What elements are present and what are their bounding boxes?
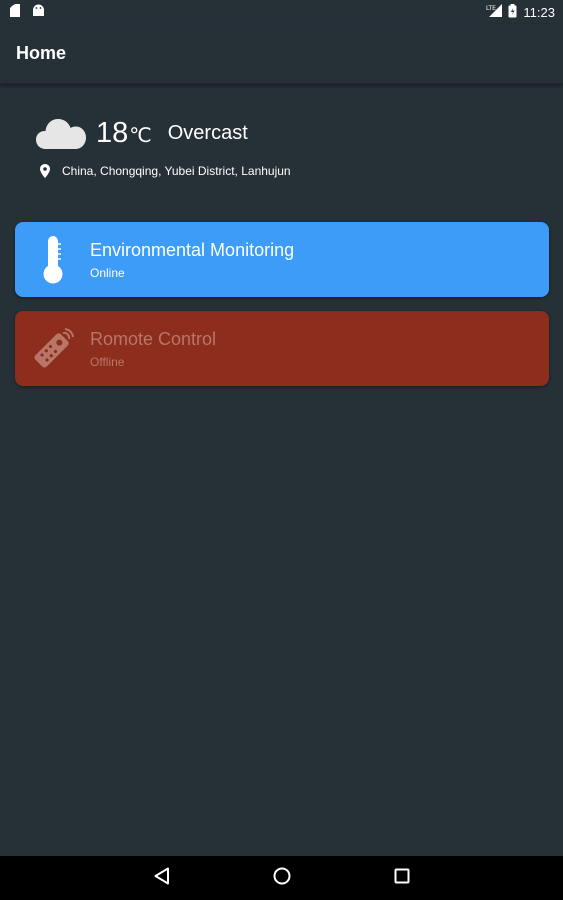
remote-control-icon (15, 311, 90, 386)
temperature-number: 18 (96, 116, 129, 149)
home-icon (273, 867, 291, 890)
remote-control-card[interactable]: Romote Control Offline (15, 311, 549, 386)
location-pin-icon (40, 164, 50, 178)
status-time: 11:23 (523, 4, 555, 20)
environmental-monitoring-status: Online (90, 265, 125, 280)
cloud-icon (36, 115, 86, 151)
status-bar: LTE 11:23 (0, 0, 563, 24)
back-icon (154, 867, 170, 890)
remote-control-text: Romote Control Offline (90, 329, 216, 369)
android-icon (32, 4, 45, 20)
weather-condition: Overcast (167, 121, 248, 144)
thermometer-icon (15, 222, 90, 297)
remote-control-status: Offline (90, 354, 125, 369)
page-title: Home (16, 43, 67, 63)
environmental-monitoring-text: Environmental Monitoring Online (90, 240, 294, 280)
temperature-unit: ℃ (129, 124, 152, 147)
temperature-value: 18℃ (96, 117, 152, 150)
recents-button[interactable] (372, 856, 432, 900)
location-row: China, Chongqing, Yubei District, Lanhuj… (40, 164, 291, 178)
recents-icon (394, 868, 410, 889)
svg-text:LTE: LTE (486, 5, 496, 12)
environmental-monitoring-title: Environmental Monitoring (90, 239, 295, 260)
back-button[interactable] (132, 856, 192, 900)
battery-icon (508, 3, 517, 21)
location-text: China, Chongqing, Yubei District, Lanhuj… (62, 164, 291, 178)
status-left (10, 4, 45, 20)
status-right: LTE 11:23 (486, 3, 555, 21)
home-button[interactable] (252, 856, 312, 900)
weather-summary: 18℃ Overcast (36, 110, 291, 156)
remote-control-title: Romote Control (90, 328, 217, 349)
navigation-bar (0, 856, 563, 900)
weather-panel: 18℃ Overcast China, Chongqing, Yubei Dis… (36, 110, 291, 178)
signal-icon: LTE (486, 4, 503, 20)
notification-icon (10, 4, 22, 20)
app-bar: Home (0, 24, 563, 84)
environmental-monitoring-card[interactable]: Environmental Monitoring Online (15, 222, 549, 297)
